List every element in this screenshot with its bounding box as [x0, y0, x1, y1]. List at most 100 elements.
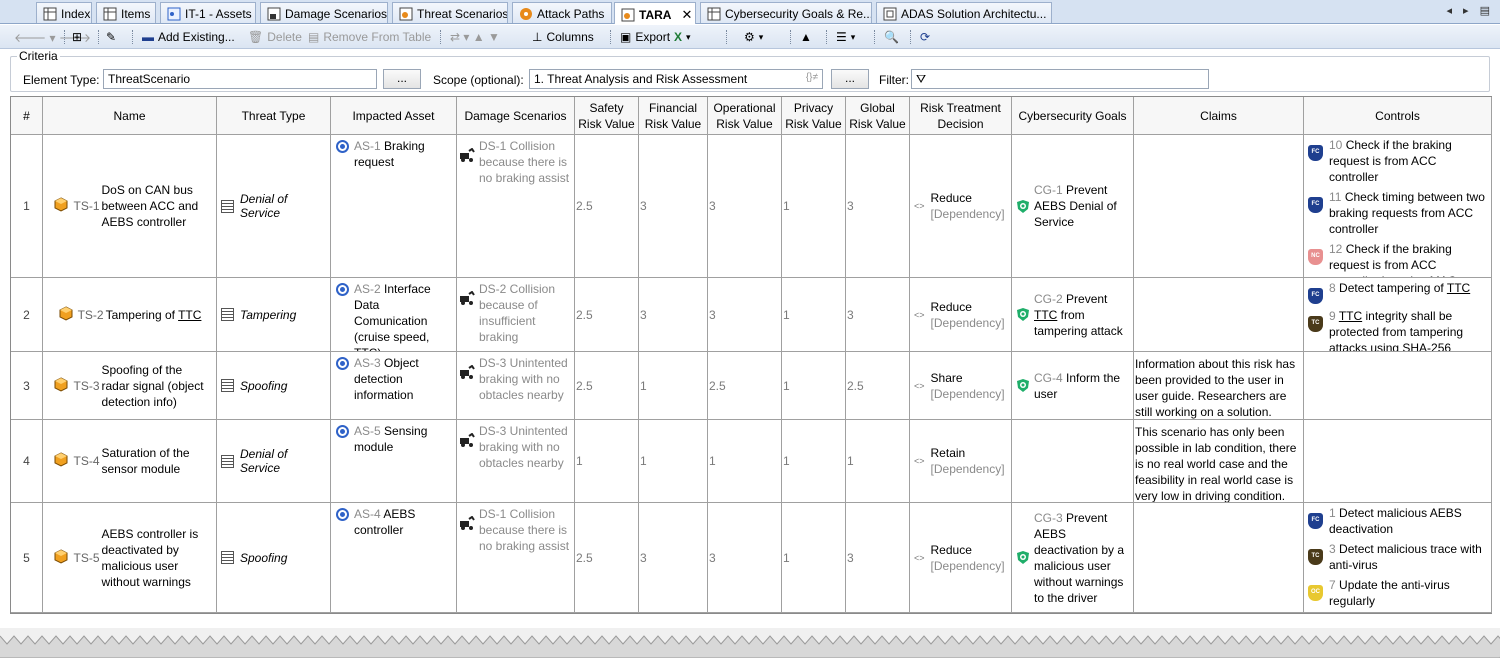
close-icon[interactable]: ✕ — [681, 7, 692, 23]
header-threat-type[interactable]: Threat Type — [217, 97, 331, 135]
threat-type-cell[interactable]: Denial of Service — [217, 420, 331, 503]
threat-scenario-name-cell[interactable]: TS-4 Saturation of the sensor module — [43, 420, 217, 503]
impacted-asset-cell[interactable]: AS-5 Sensing module — [331, 420, 457, 503]
global-risk-value[interactable]: 3 — [846, 503, 910, 613]
collapse-icon[interactable]: ▲ — [800, 28, 812, 46]
global-risk-value[interactable]: 3 — [846, 135, 910, 278]
threat-type-cell[interactable]: Tampering — [217, 278, 331, 352]
damage-scenario-cell[interactable]: DS-3 Unintented braking with no obtacles… — [457, 420, 575, 503]
operational-risk-value[interactable]: 3 — [708, 278, 782, 352]
export-button[interactable]: ▣ Export X ▾ — [620, 28, 691, 46]
global-risk-value[interactable]: 2.5 — [846, 352, 910, 420]
privacy-risk-value[interactable]: 1 — [782, 278, 846, 352]
safety-risk-value[interactable]: 2.5 — [575, 503, 639, 613]
controls-cell[interactable]: FC 10 Check if the braking request is fro… — [1304, 135, 1492, 278]
control-item[interactable]: FC 10 Check if the braking request is fro… — [1308, 137, 1489, 185]
financial-risk-value[interactable]: 3 — [639, 135, 708, 278]
privacy-risk-value[interactable]: 1 — [782, 352, 846, 420]
control-item[interactable]: NC 12 Check if the braking request is fro… — [1308, 241, 1489, 277]
delete-button[interactable]: 🗑 Delete — [248, 28, 302, 46]
impacted-asset-cell[interactable]: AS-4 AEBS controller — [331, 503, 457, 613]
header-safety-risk-value[interactable]: Safety Risk Value — [575, 97, 639, 135]
tab-index[interactable]: Index — [36, 2, 92, 23]
tab-cybersecurity-goals[interactable]: Cybersecurity Goals & Re... — [700, 2, 872, 23]
header-privacy-risk-value[interactable]: Privacy Risk Value — [782, 97, 846, 135]
claims-cell[interactable]: Information about this risk has been pro… — [1134, 352, 1304, 420]
risk-treatment-decision-cell[interactable]: <> Reduce [Dependency] — [910, 503, 1012, 613]
tab-adas-solution-architecture[interactable]: ADAS Solution Architectu... — [876, 2, 1052, 23]
tab-tara[interactable]: TARA ✕ — [614, 2, 696, 24]
move-icon[interactable]: ⇄ ▾ ▲ ▼ — [450, 28, 500, 46]
impacted-asset-cell[interactable]: AS-2 Interface Data Comunication (cruise… — [331, 278, 457, 352]
financial-risk-value[interactable]: 3 — [639, 278, 708, 352]
header-controls[interactable]: Controls — [1304, 97, 1492, 135]
privacy-risk-value[interactable]: 1 — [782, 503, 846, 613]
controls-cell[interactable] — [1304, 352, 1492, 420]
claims-cell[interactable] — [1134, 503, 1304, 613]
header-financial-risk-value[interactable]: Financial Risk Value — [639, 97, 708, 135]
settings-button[interactable]: ⚙ ▾ — [744, 28, 763, 46]
control-item[interactable]: OC 7 Update the anti-virus regularly — [1308, 577, 1489, 609]
cybersecurity-goal-cell[interactable] — [1012, 420, 1134, 503]
hierarchy-icon[interactable]: ⊞ — [72, 28, 82, 46]
scope-browse-button[interactable]: ... — [831, 69, 869, 89]
controls-cell[interactable]: FC 8 Detect tampering of TTC TC 9 TTC integ… — [1304, 278, 1492, 352]
element-type-field[interactable]: ThreatScenario — [103, 69, 377, 89]
damage-scenario-cell[interactable]: DS-1 Collision because there is no braki… — [457, 135, 575, 278]
edit-icon[interactable]: ✎ — [106, 28, 116, 46]
add-existing-button[interactable]: ▬ Add Existing... — [142, 28, 235, 46]
cybersecurity-goal-cell[interactable]: CG-1 Prevent AEBS Denial of Service — [1012, 135, 1134, 278]
damage-scenario-cell[interactable]: DS-2 Collision because of insufficient b… — [457, 278, 575, 352]
remove-from-table-button[interactable]: ▤ Remove From Table — [308, 28, 431, 46]
claims-cell[interactable] — [1134, 135, 1304, 278]
global-risk-value[interactable]: 1 — [846, 420, 910, 503]
safety-risk-value[interactable]: 2.5 — [575, 352, 639, 420]
threat-type-cell[interactable]: Spoofing — [217, 503, 331, 613]
control-item[interactable]: FC 11 Check timing between two braking re… — [1308, 189, 1489, 237]
safety-risk-value[interactable]: 1 — [575, 420, 639, 503]
cybersecurity-goal-cell[interactable]: CG-4 Inform the user — [1012, 352, 1134, 420]
privacy-risk-value[interactable]: 1 — [782, 420, 846, 503]
global-risk-value[interactable]: 3 — [846, 278, 910, 352]
financial-risk-value[interactable]: 1 — [639, 420, 708, 503]
claims-cell[interactable] — [1134, 278, 1304, 352]
impacted-asset-cell[interactable]: AS-3 Object detection information — [331, 352, 457, 420]
risk-treatment-decision-cell[interactable]: <> Retain [Dependency] — [910, 420, 1012, 503]
controls-cell[interactable] — [1304, 420, 1492, 503]
financial-risk-value[interactable]: 1 — [639, 352, 708, 420]
tab-threat-scenarios[interactable]: Threat Scenarios — [392, 2, 508, 23]
controls-cell[interactable]: FC 1 Detect malicious AEBS deactivation TC… — [1304, 503, 1492, 613]
header-damage-scenarios[interactable]: Damage Scenarios — [457, 97, 575, 135]
control-item[interactable]: TC 3 Detect malicious trace with anti-vir… — [1308, 541, 1489, 573]
threat-scenario-name-cell[interactable]: TS-2 Tampering of TTC — [43, 278, 217, 352]
threat-type-cell[interactable]: Spoofing — [217, 352, 331, 420]
refresh-icon[interactable]: ⟳ — [920, 28, 930, 46]
safety-risk-value[interactable]: 2.5 — [575, 135, 639, 278]
header-operational-risk-value[interactable]: Operational Risk Value — [708, 97, 782, 135]
cybersecurity-goal-cell[interactable]: CG-2 Prevent TTC from tampering attack — [1012, 278, 1134, 352]
header-risk-treatment-decision[interactable]: Risk Treatment Decision — [910, 97, 1012, 135]
search-icon[interactable]: 🔍 — [884, 28, 899, 46]
damage-scenario-cell[interactable]: DS-1 Collision because there is no braki… — [457, 503, 575, 613]
tab-attack-paths[interactable]: Attack Paths — [512, 2, 612, 23]
claims-cell[interactable]: This scenario has only been possible in … — [1134, 420, 1304, 503]
control-item[interactable]: FC 1 Detect malicious AEBS deactivation — [1308, 505, 1489, 537]
privacy-risk-value[interactable]: 1 — [782, 135, 846, 278]
cybersecurity-goal-cell[interactable]: CG-3 Prevent AEBS deactivation by a mali… — [1012, 503, 1134, 613]
threat-type-cell[interactable]: Denial of Service — [217, 135, 331, 278]
impacted-asset-cell[interactable]: AS-1 Braking request — [331, 135, 457, 278]
tab-items[interactable]: Items — [96, 2, 156, 23]
header-name[interactable]: Name — [43, 97, 217, 135]
header-impacted-asset[interactable]: Impacted Asset — [331, 97, 457, 135]
risk-treatment-decision-cell[interactable]: <> Share [Dependency] — [910, 352, 1012, 420]
element-type-browse-button[interactable]: ... — [383, 69, 421, 89]
header-global-risk-value[interactable]: Global Risk Value — [846, 97, 910, 135]
damage-scenario-cell[interactable]: DS-3 Unintented braking with no obtacles… — [457, 352, 575, 420]
tab-it1-assets[interactable]: IT-1 - Assets — [160, 2, 256, 23]
risk-treatment-decision-cell[interactable]: <> Reduce [Dependency] — [910, 278, 1012, 352]
scope-field[interactable]: 1. Threat Analysis and Risk Assessment {… — [529, 69, 823, 89]
operational-risk-value[interactable]: 2.5 — [708, 352, 782, 420]
header-cybersecurity-goals[interactable]: Cybersecurity Goals — [1012, 97, 1134, 135]
risk-treatment-decision-cell[interactable]: <> Reduce [Dependency] — [910, 135, 1012, 278]
filter-input[interactable]: ⛛ — [911, 69, 1209, 89]
